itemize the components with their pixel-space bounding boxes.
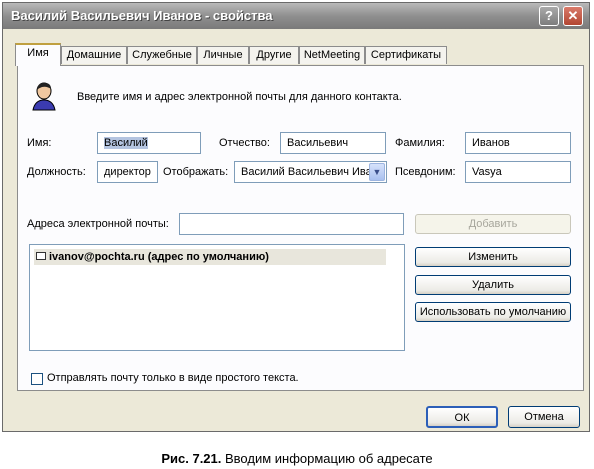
tab-other[interactable]: Другие [249, 46, 299, 64]
figure-caption-text: Вводим информацию об адресате [225, 451, 433, 466]
plain-text-checkbox[interactable] [31, 373, 43, 385]
tab-personal[interactable]: Личные [197, 46, 249, 64]
email-entry: ivanov@pochta.ru (адрес по умолчанию) [49, 251, 269, 263]
tab-home[interactable]: Домашние [61, 46, 127, 64]
contact-icon [32, 82, 56, 111]
first-name-field[interactable]: Василий [97, 132, 201, 154]
figure-caption: Рис. 7.21. Вводим информацию об адресате [0, 451, 594, 466]
first-name-value: Василий [104, 137, 148, 149]
intro-text: Введите имя и адрес электронной почты дл… [77, 91, 402, 103]
position-label: Должность: [27, 166, 86, 178]
nickname-label: Псевдоним: [395, 166, 456, 178]
edit-button[interactable]: Изменить [415, 247, 571, 267]
display-select[interactable]: Василий Васильевич Ива [234, 161, 387, 183]
chevron-down-icon[interactable]: ▼ [369, 163, 385, 181]
help-button[interactable]: ? [539, 6, 559, 26]
tab-name[interactable]: Имя [15, 43, 61, 66]
envelope-icon [36, 252, 46, 261]
window-title: Василий Васильевич Иванов - свойства [11, 8, 273, 23]
figure-number: Рис. 7.21. [161, 451, 222, 466]
tab-business[interactable]: Служебные [127, 46, 197, 64]
middle-name-label: Отчество: [219, 137, 270, 149]
first-name-label: Имя: [27, 137, 52, 149]
plain-text-label: Отправлять почту только в виде простого … [47, 372, 299, 384]
tab-certificates[interactable]: Сертификаты [365, 46, 447, 64]
cancel-button[interactable]: Отмена [508, 406, 580, 428]
nickname-field[interactable]: Vasya [465, 161, 571, 183]
email-label: Адреса электронной почты: [27, 218, 169, 230]
add-button[interactable]: Добавить [415, 214, 571, 234]
ok-button[interactable]: ОК [426, 406, 498, 428]
display-label: Отображать: [163, 166, 229, 178]
position-field[interactable]: директор [97, 161, 158, 183]
title-bar[interactable]: Василий Васильевич Иванов - свойства ? ✕ [3, 3, 589, 29]
middle-name-field[interactable]: Васильевич [280, 132, 386, 154]
display-value: Василий Васильевич Ива [241, 166, 372, 178]
list-item[interactable]: ivanov@pochta.ru (адрес по умолчанию) [34, 249, 386, 265]
email-input[interactable] [179, 213, 404, 235]
close-button[interactable]: ✕ [563, 6, 583, 26]
email-list: ivanov@pochta.ru (адрес по умолчанию) [29, 244, 405, 351]
last-name-field[interactable]: Иванов [465, 132, 571, 154]
properties-dialog: Василий Васильевич Иванов - свойства ? ✕… [2, 2, 590, 432]
remove-button[interactable]: Удалить [415, 275, 571, 295]
set-default-button[interactable]: Использовать по умолчанию [415, 302, 571, 322]
last-name-label: Фамилия: [395, 137, 445, 149]
tab-netmeeting[interactable]: NetMeeting [299, 46, 365, 64]
